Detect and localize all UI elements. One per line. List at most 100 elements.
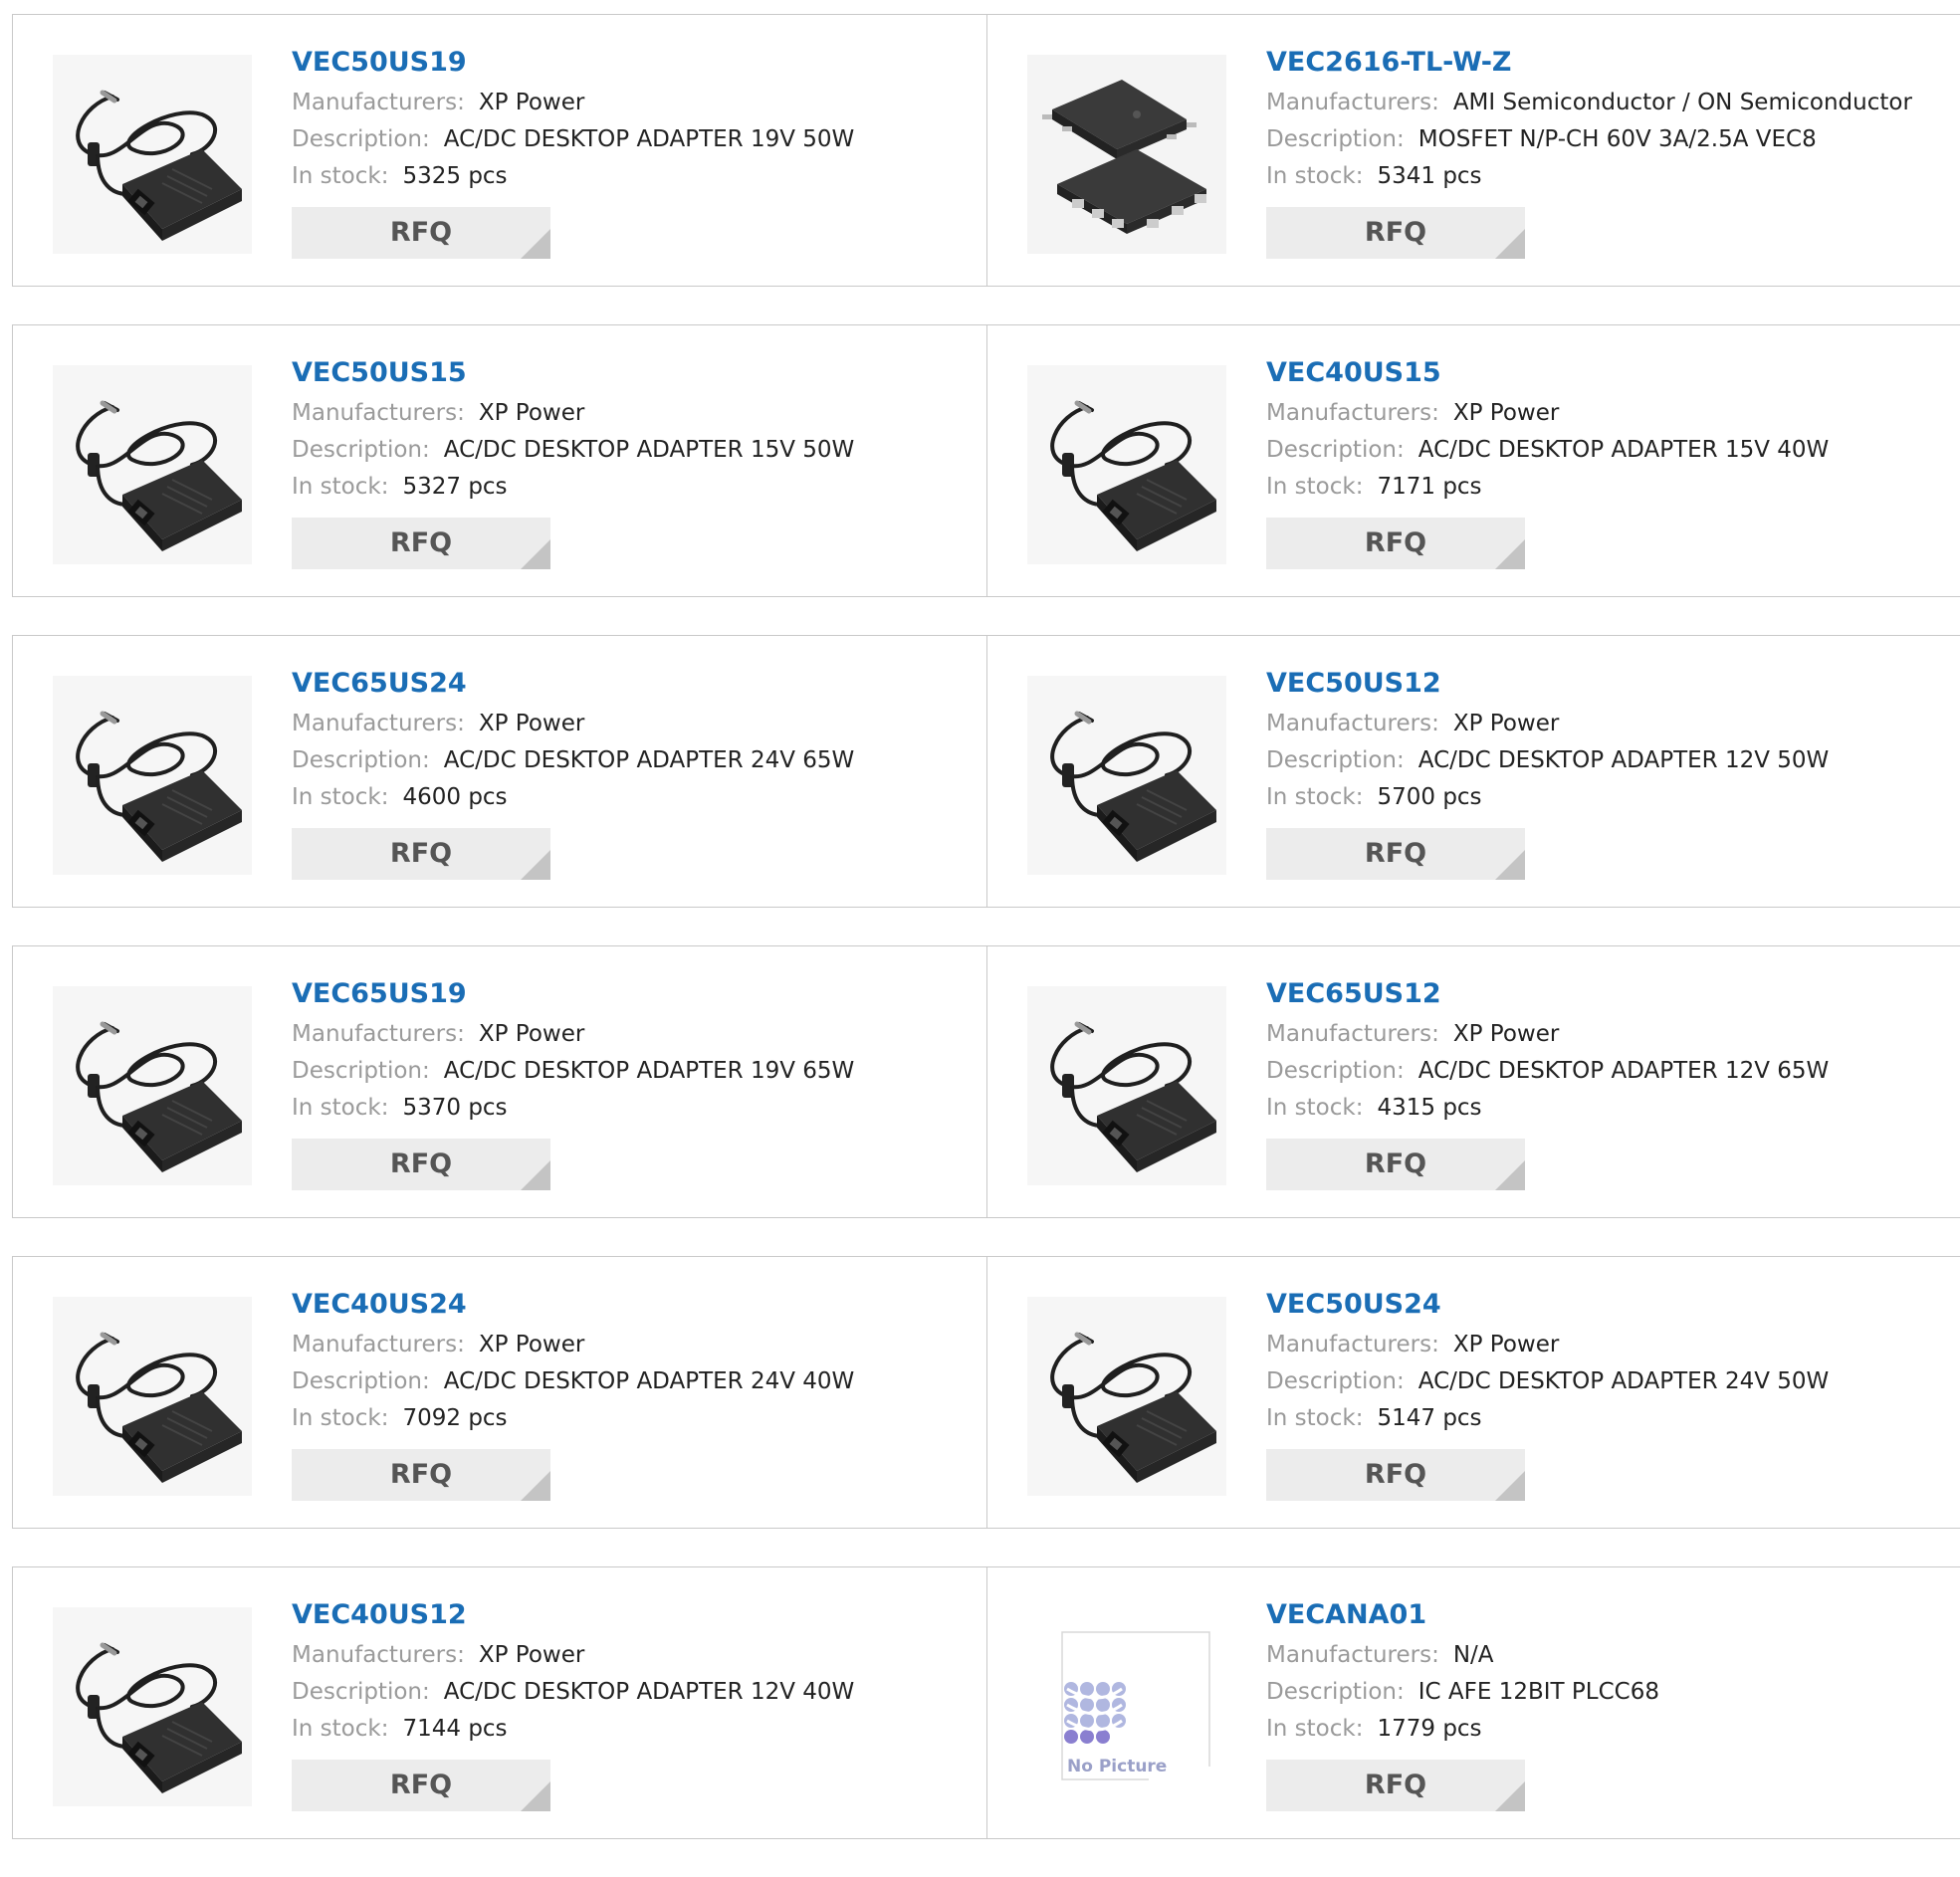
product-card: VEC40US15 Manufacturers: XP Power Descripti… bbox=[986, 325, 1960, 596]
description-line: Description: AC/DC DESKTOP ADAPTER 12V 50… bbox=[1266, 742, 1940, 779]
rfq-button[interactable]: RFQ bbox=[292, 1760, 550, 1811]
adapter-image[interactable] bbox=[1027, 986, 1226, 1185]
adapter-image[interactable] bbox=[53, 676, 252, 875]
rfq-button[interactable]: RFQ bbox=[292, 1139, 550, 1190]
adapter-image[interactable] bbox=[53, 986, 252, 1185]
stock-label: In stock: bbox=[1266, 784, 1364, 810]
rfq-button[interactable]: RFQ bbox=[1266, 1449, 1525, 1501]
stock-line: In stock: 5370 pcs bbox=[292, 1090, 967, 1127]
rfq-button[interactable]: RFQ bbox=[1266, 518, 1525, 569]
description-label: Description: bbox=[1266, 1368, 1405, 1394]
stock-value: 5147 pcs bbox=[1377, 1405, 1482, 1431]
stock-label: In stock: bbox=[1266, 163, 1364, 189]
description-value: AC/DC DESKTOP ADAPTER 19V 65W bbox=[443, 1058, 855, 1084]
description-value: AC/DC DESKTOP ADAPTER 12V 65W bbox=[1417, 1058, 1830, 1084]
corner-triangle-icon bbox=[521, 1471, 550, 1501]
description-line: Description: MOSFET N/P-CH 60V 3A/2.5A VE… bbox=[1266, 121, 1940, 158]
part-number-link[interactable]: VEC40US15 bbox=[1266, 355, 1940, 391]
part-number-link[interactable]: VEC40US24 bbox=[292, 1287, 967, 1323]
rfq-button[interactable]: RFQ bbox=[292, 828, 550, 880]
stock-value: 1779 pcs bbox=[1377, 1716, 1482, 1742]
adapter-image[interactable] bbox=[53, 1297, 252, 1496]
rfq-button-label: RFQ bbox=[389, 838, 453, 869]
part-number-link[interactable]: VEC50US12 bbox=[1266, 666, 1940, 702]
description-label: Description: bbox=[292, 126, 430, 152]
rfq-button[interactable]: RFQ bbox=[1266, 207, 1525, 259]
part-number-link[interactable]: VEC65US12 bbox=[1266, 976, 1940, 1012]
product-info: VEC65US19 Manufacturers: XP Power Descripti… bbox=[292, 976, 967, 1190]
adapter-image[interactable] bbox=[1027, 676, 1226, 875]
part-number-link[interactable]: VEC65US24 bbox=[292, 666, 967, 702]
description-line: Description: AC/DC DESKTOP ADAPTER 19V 65… bbox=[292, 1053, 967, 1090]
rfq-button[interactable]: RFQ bbox=[292, 1449, 550, 1501]
manufacturer-value: XP Power bbox=[1452, 1021, 1560, 1047]
stock-label: In stock: bbox=[292, 784, 389, 810]
no-picture-image[interactable]: No Picture bbox=[1027, 1607, 1226, 1806]
part-number-link[interactable]: VECANA01 bbox=[1266, 1597, 1940, 1633]
part-number-link[interactable]: VEC65US19 bbox=[292, 976, 967, 1012]
description-label: Description: bbox=[292, 1368, 430, 1394]
manufacturer-line: Manufacturers: AMI Semiconductor / ON Sem… bbox=[1266, 85, 1940, 121]
rfq-button-label: RFQ bbox=[389, 527, 453, 558]
product-row: VEC40US24 Manufacturers: XP Power Descripti… bbox=[12, 1256, 1960, 1529]
stock-value: 4600 pcs bbox=[402, 784, 508, 810]
part-number-link[interactable]: VEC40US12 bbox=[292, 1597, 967, 1633]
description-label: Description: bbox=[292, 1058, 430, 1084]
corner-triangle-icon bbox=[521, 539, 550, 569]
description-label: Description: bbox=[1266, 126, 1405, 152]
description-label: Description: bbox=[1266, 747, 1405, 773]
rfq-button[interactable]: RFQ bbox=[1266, 1139, 1525, 1190]
product-card: VEC2616-TL-W-Z Manufacturers: AMI Semicond… bbox=[986, 15, 1960, 286]
stock-line: In stock: 7092 pcs bbox=[292, 1400, 967, 1437]
manufacturer-label: Manufacturers: bbox=[292, 711, 465, 736]
product-card: VEC50US15 Manufacturers: XP Power Descripti… bbox=[13, 325, 986, 596]
part-number-link[interactable]: VEC50US19 bbox=[292, 45, 967, 81]
description-label: Description: bbox=[292, 437, 430, 463]
rfq-button-label: RFQ bbox=[1364, 838, 1427, 869]
description-line: Description: AC/DC DESKTOP ADAPTER 15V 50… bbox=[292, 432, 967, 469]
stock-value: 5341 pcs bbox=[1377, 163, 1482, 189]
part-number-link[interactable]: VEC2616-TL-W-Z bbox=[1266, 45, 1940, 81]
rfq-button[interactable]: RFQ bbox=[1266, 1760, 1525, 1811]
manufacturer-line: Manufacturers: XP Power bbox=[292, 85, 967, 121]
adapter-image[interactable] bbox=[1027, 365, 1226, 564]
product-card: VEC50US24 Manufacturers: XP Power Descripti… bbox=[986, 1257, 1960, 1528]
product-card: VEC65US24 Manufacturers: XP Power Descripti… bbox=[13, 636, 986, 907]
chip-image[interactable] bbox=[1027, 55, 1226, 254]
stock-value: 5327 pcs bbox=[402, 474, 508, 500]
part-number-link[interactable]: VEC50US24 bbox=[1266, 1287, 1940, 1323]
description-value: AC/DC DESKTOP ADAPTER 24V 50W bbox=[1417, 1368, 1830, 1394]
part-number-link[interactable]: VEC50US15 bbox=[292, 355, 967, 391]
corner-triangle-icon bbox=[521, 229, 550, 259]
stock-value: 5700 pcs bbox=[1377, 784, 1482, 810]
product-row: VEC40US12 Manufacturers: XP Power Descripti… bbox=[12, 1566, 1960, 1839]
description-value: AC/DC DESKTOP ADAPTER 24V 40W bbox=[443, 1368, 855, 1394]
description-value: IC AFE 12BIT PLCC68 bbox=[1417, 1679, 1659, 1705]
adapter-image[interactable] bbox=[53, 1607, 252, 1806]
stock-line: In stock: 1779 pcs bbox=[1266, 1711, 1940, 1748]
adapter-image[interactable] bbox=[1027, 1297, 1226, 1496]
stock-label: In stock: bbox=[1266, 474, 1364, 500]
manufacturer-line: Manufacturers: XP Power bbox=[1266, 706, 1940, 742]
manufacturer-line: Manufacturers: N/A bbox=[1266, 1637, 1940, 1674]
description-line: Description: AC/DC DESKTOP ADAPTER 15V 40… bbox=[1266, 432, 1940, 469]
manufacturer-line: Manufacturers: XP Power bbox=[292, 395, 967, 432]
product-info: VEC65US12 Manufacturers: XP Power Descripti… bbox=[1266, 976, 1940, 1190]
rfq-button-label: RFQ bbox=[389, 1459, 453, 1490]
stock-value: 5370 pcs bbox=[402, 1095, 508, 1121]
adapter-image[interactable] bbox=[53, 365, 252, 564]
manufacturer-value: XP Power bbox=[1452, 1332, 1560, 1357]
rfq-button[interactable]: RFQ bbox=[292, 207, 550, 259]
manufacturer-label: Manufacturers: bbox=[292, 1332, 465, 1357]
description-value: AC/DC DESKTOP ADAPTER 15V 50W bbox=[443, 437, 855, 463]
corner-triangle-icon bbox=[521, 1781, 550, 1811]
description-line: Description: IC AFE 12BIT PLCC68 bbox=[1266, 1674, 1940, 1711]
rfq-button[interactable]: RFQ bbox=[292, 518, 550, 569]
stock-line: In stock: 5325 pcs bbox=[292, 158, 967, 195]
rfq-button[interactable]: RFQ bbox=[1266, 828, 1525, 880]
adapter-image[interactable] bbox=[53, 55, 252, 254]
rfq-button-label: RFQ bbox=[1364, 1770, 1427, 1800]
manufacturer-label: Manufacturers: bbox=[1266, 400, 1439, 426]
stock-value: 5325 pcs bbox=[402, 163, 508, 189]
corner-triangle-icon bbox=[521, 1160, 550, 1190]
